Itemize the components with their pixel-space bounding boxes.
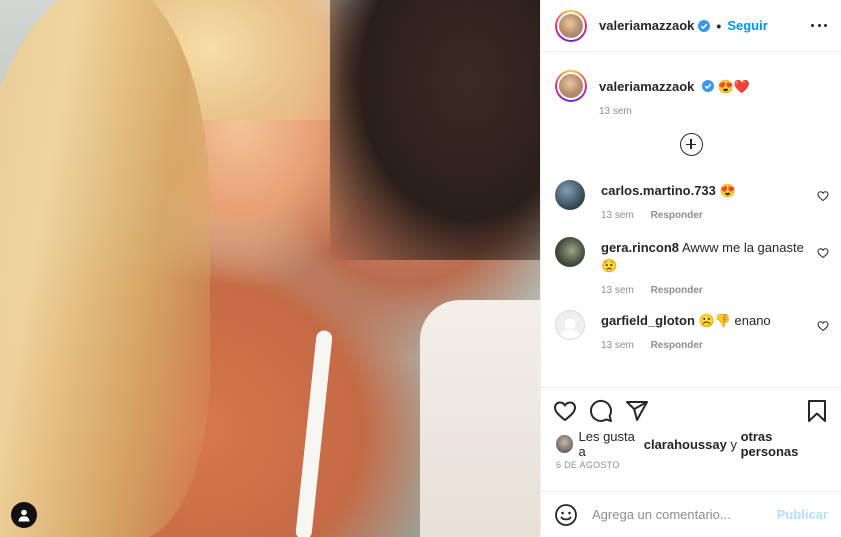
load-more-comments[interactable] — [541, 133, 841, 156]
add-comment-bar: Publicar — [541, 491, 841, 537]
post-photo[interactable] — [0, 0, 540, 537]
more-options-icon[interactable] — [811, 18, 827, 34]
reply-button[interactable]: Responder — [651, 210, 703, 221]
post-sidebar: valeriamazzaok • Seguir valeriamazzaok 😍… — [540, 0, 841, 537]
comment-item: carlos.martino.733 😍 13 sem Responder — [541, 180, 841, 221]
caption-time[interactable]: 13 sem — [599, 106, 632, 117]
author-avatar[interactable] — [555, 9, 587, 42]
likes-prefix: Les gusta a — [578, 429, 635, 459]
comment-item: garfield_gloton ☹️👎 enano 13 sem Respond… — [541, 310, 841, 351]
comment-input[interactable] — [592, 507, 762, 522]
comment-username[interactable]: carlos.martino.733 — [601, 183, 716, 198]
user-tag-icon[interactable] — [11, 502, 37, 528]
plus-circle-icon[interactable] — [679, 133, 703, 156]
post-comment-button[interactable]: Publicar — [777, 507, 828, 522]
photo-detail — [0, 0, 210, 537]
post-header: valeriamazzaok • Seguir — [541, 0, 841, 52]
comment-item: gera.rincon8 Awww me la ganaste 😟 13 sem… — [541, 237, 841, 296]
caption-text: 😍❤️ — [717, 79, 751, 94]
comment-time[interactable]: 13 sem — [601, 340, 634, 351]
commenter-avatar[interactable] — [555, 237, 585, 267]
comment-username[interactable]: gera.rincon8 — [601, 240, 679, 255]
comment-text: ☹️👎 enano — [698, 313, 771, 328]
author-username[interactable]: valeriamazzaok — [599, 18, 694, 33]
verified-badge-icon — [702, 80, 715, 92]
heart-icon[interactable] — [817, 190, 829, 202]
caption-avatar[interactable] — [555, 70, 587, 102]
heart-icon[interactable] — [817, 320, 829, 332]
bookmark-icon[interactable] — [805, 399, 829, 423]
likes-others-link[interactable]: otras personas — [741, 429, 826, 459]
caption-username[interactable]: valeriamazzaok — [599, 79, 694, 94]
comment-time[interactable]: 13 sem — [601, 285, 634, 296]
share-icon[interactable] — [625, 399, 649, 423]
reply-button[interactable]: Responder — [651, 285, 703, 296]
follow-button[interactable]: Seguir — [727, 18, 767, 33]
likes-summary: Les gusta a clarahoussay y otras persona… — [541, 429, 841, 459]
reply-button[interactable]: Responder — [651, 340, 703, 351]
photo-detail — [295, 329, 333, 537]
commenter-avatar[interactable] — [555, 310, 585, 340]
photo-detail — [330, 0, 540, 260]
comment-username[interactable]: garfield_gloton — [601, 313, 695, 328]
heart-icon[interactable] — [817, 247, 829, 259]
commenter-avatar[interactable] — [555, 180, 585, 210]
photo-detail — [420, 300, 540, 537]
comment-time[interactable]: 13 sem — [601, 210, 634, 221]
separator-dot: • — [716, 17, 722, 34]
post-actions: Les gusta a clarahoussay y otras persona… — [541, 387, 841, 470]
verified-badge-icon — [698, 19, 711, 32]
comment-icon[interactable] — [589, 399, 613, 423]
emoji-icon[interactable] — [554, 503, 578, 527]
liker-avatar[interactable] — [556, 435, 573, 453]
post-caption: valeriamazzaok 😍❤️ 13 sem — [541, 53, 841, 117]
likes-connector: y — [730, 436, 737, 452]
post-dialog: valeriamazzaok • Seguir valeriamazzaok 😍… — [0, 0, 841, 537]
heart-icon[interactable] — [553, 399, 577, 423]
comments-list[interactable]: valeriamazzaok 😍❤️ 13 sem carlos.martino… — [541, 53, 841, 386]
liker-username[interactable]: clarahoussay — [644, 437, 727, 452]
comment-text: 😍 — [719, 183, 736, 198]
